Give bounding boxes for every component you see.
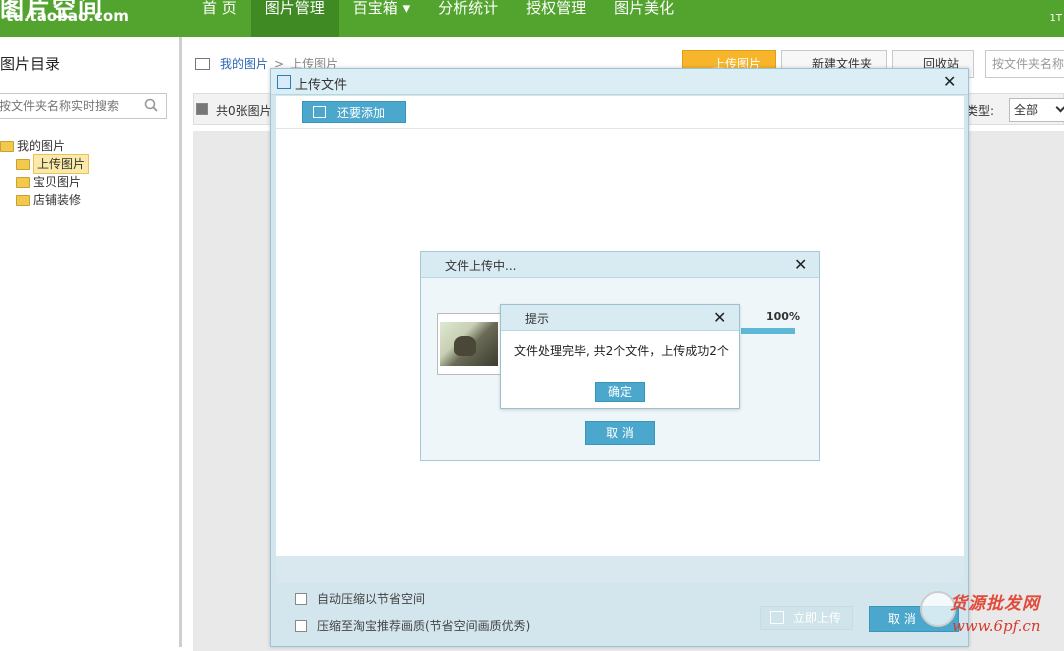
upload-dialog-icon xyxy=(277,75,291,89)
nav-analytics[interactable]: 分析统计 xyxy=(424,0,512,37)
taobao-quality-option[interactable]: 压缩至淘宝推荐画质(节省空间画质优秀) xyxy=(295,617,530,634)
progress-titlebar: 文件上传中... ✕ xyxy=(421,252,819,278)
nav-authorization[interactable]: 授权管理 xyxy=(512,0,600,37)
type-filter-label: 类型: xyxy=(966,104,995,118)
image-count-text: 共0张图片 xyxy=(216,104,272,118)
logo-url: tu.taobao.com xyxy=(6,7,129,25)
progress-bar-fill xyxy=(741,328,795,334)
tree-item-store-decor[interactable]: 店铺装修 xyxy=(0,191,89,209)
close-icon[interactable]: ✕ xyxy=(713,310,726,326)
tree-item-my-images[interactable]: 我的图片 xyxy=(0,137,89,155)
tree-item-label: 上传图片 xyxy=(33,154,90,174)
dialog-title: 上传文件 xyxy=(295,78,348,93)
folder-open-icon xyxy=(0,140,14,152)
nav-image-management[interactable]: 图片管理 xyxy=(250,0,339,37)
compress-checkbox[interactable] xyxy=(295,592,307,605)
select-all-checkbox[interactable] xyxy=(196,103,208,115)
watermark-line1: 货源批发网 xyxy=(950,594,1040,614)
taobao-quality-checkbox[interactable] xyxy=(295,619,307,632)
folder-icon xyxy=(16,176,30,188)
watermark-line2: www.6pf.cn xyxy=(952,617,1041,635)
progress-bar xyxy=(741,328,795,334)
progress-cancel-button[interactable]: 取 消 xyxy=(585,421,655,445)
folder-tree: 我的图片 上传图片 宝贝图片 店铺装修 xyxy=(0,137,90,209)
nav-home[interactable]: 首 页 xyxy=(188,0,251,37)
main-nav: 首 页 图片管理 百宝箱 ▾ 分析统计 授权管理 图片美化 xyxy=(188,0,688,37)
breadcrumb-root-link[interactable]: 我的图片 xyxy=(220,55,268,72)
tree-item-label: 宝贝图片 xyxy=(33,175,82,189)
site-watermark: 货源批发网 www.6pf.cn xyxy=(918,585,1062,645)
add-more-files-button[interactable]: 还要添加 xyxy=(302,101,406,123)
search-icon[interactable] xyxy=(144,98,158,112)
upload-now-button[interactable]: 立即上传 xyxy=(760,606,853,630)
compress-option-label: 自动压缩以节省空间 xyxy=(317,592,426,606)
header-right-text: 1T xyxy=(1049,13,1062,24)
top-navigation-bar: 图片空间 tu.taobao.com 首 页 图片管理 百宝箱 ▾ 分析统计 授… xyxy=(0,0,1064,37)
nav-image-beautify[interactable]: 图片美化 xyxy=(600,0,688,37)
folder-search-input[interactable] xyxy=(0,94,135,118)
dialog-titlebar: 上传文件 ✕ xyxy=(271,69,968,95)
divider xyxy=(276,128,964,129)
close-icon[interactable]: ✕ xyxy=(794,257,807,273)
file-thumbnail xyxy=(437,313,501,375)
ok-button[interactable]: 确定 xyxy=(595,382,645,402)
folder-icon xyxy=(16,158,30,170)
tree-item-product-images[interactable]: 宝贝图片 xyxy=(0,173,89,191)
alert-message: 文件处理完毕, 共2个文件，上传成功2个 xyxy=(514,344,729,358)
alert-titlebar: 提示 ✕ xyxy=(501,305,739,331)
nav-toolbox[interactable]: 百宝箱 ▾ xyxy=(339,0,424,37)
progress-title: 文件上传中... xyxy=(445,259,517,273)
taobao-quality-label: 压缩至淘宝推荐画质(节省空间画质优秀) xyxy=(317,619,531,633)
image-icon xyxy=(195,57,210,70)
sidebar-title: 图片目录 xyxy=(0,55,61,73)
type-filter-value: 全部 xyxy=(1014,103,1039,117)
folder-name-search-input[interactable]: 按文件夹名称 xyxy=(985,50,1064,78)
folder-search-box xyxy=(0,93,167,119)
alert-title: 提示 xyxy=(525,312,550,326)
upload-icon xyxy=(770,611,784,624)
close-icon[interactable]: ✕ xyxy=(943,74,956,90)
tree-item-uploaded[interactable]: 上传图片 xyxy=(0,154,90,174)
tree-item-label: 我的图片 xyxy=(17,139,66,153)
compress-option[interactable]: 自动压缩以节省空间 xyxy=(295,590,425,607)
progress-percent: 100% xyxy=(766,310,800,323)
dialog-footer-strip xyxy=(276,556,964,583)
tree-item-label: 店铺装修 xyxy=(33,193,82,207)
completion-alert-dialog: 提示 ✕ 文件处理完毕, 共2个文件，上传成功2个 确定 xyxy=(500,304,740,409)
type-filter-select[interactable]: 全部 xyxy=(1009,98,1064,122)
upload-now-label: 立即上传 xyxy=(793,611,842,625)
sidebar: 图片目录 我的图片 上传图片 宝贝图片 店铺装修 xyxy=(0,37,182,647)
thumbnail-image xyxy=(440,322,498,366)
chevron-down-icon xyxy=(1055,102,1064,113)
add-image-icon xyxy=(313,106,326,118)
folder-icon xyxy=(16,194,30,206)
add-more-label: 还要添加 xyxy=(337,106,386,120)
